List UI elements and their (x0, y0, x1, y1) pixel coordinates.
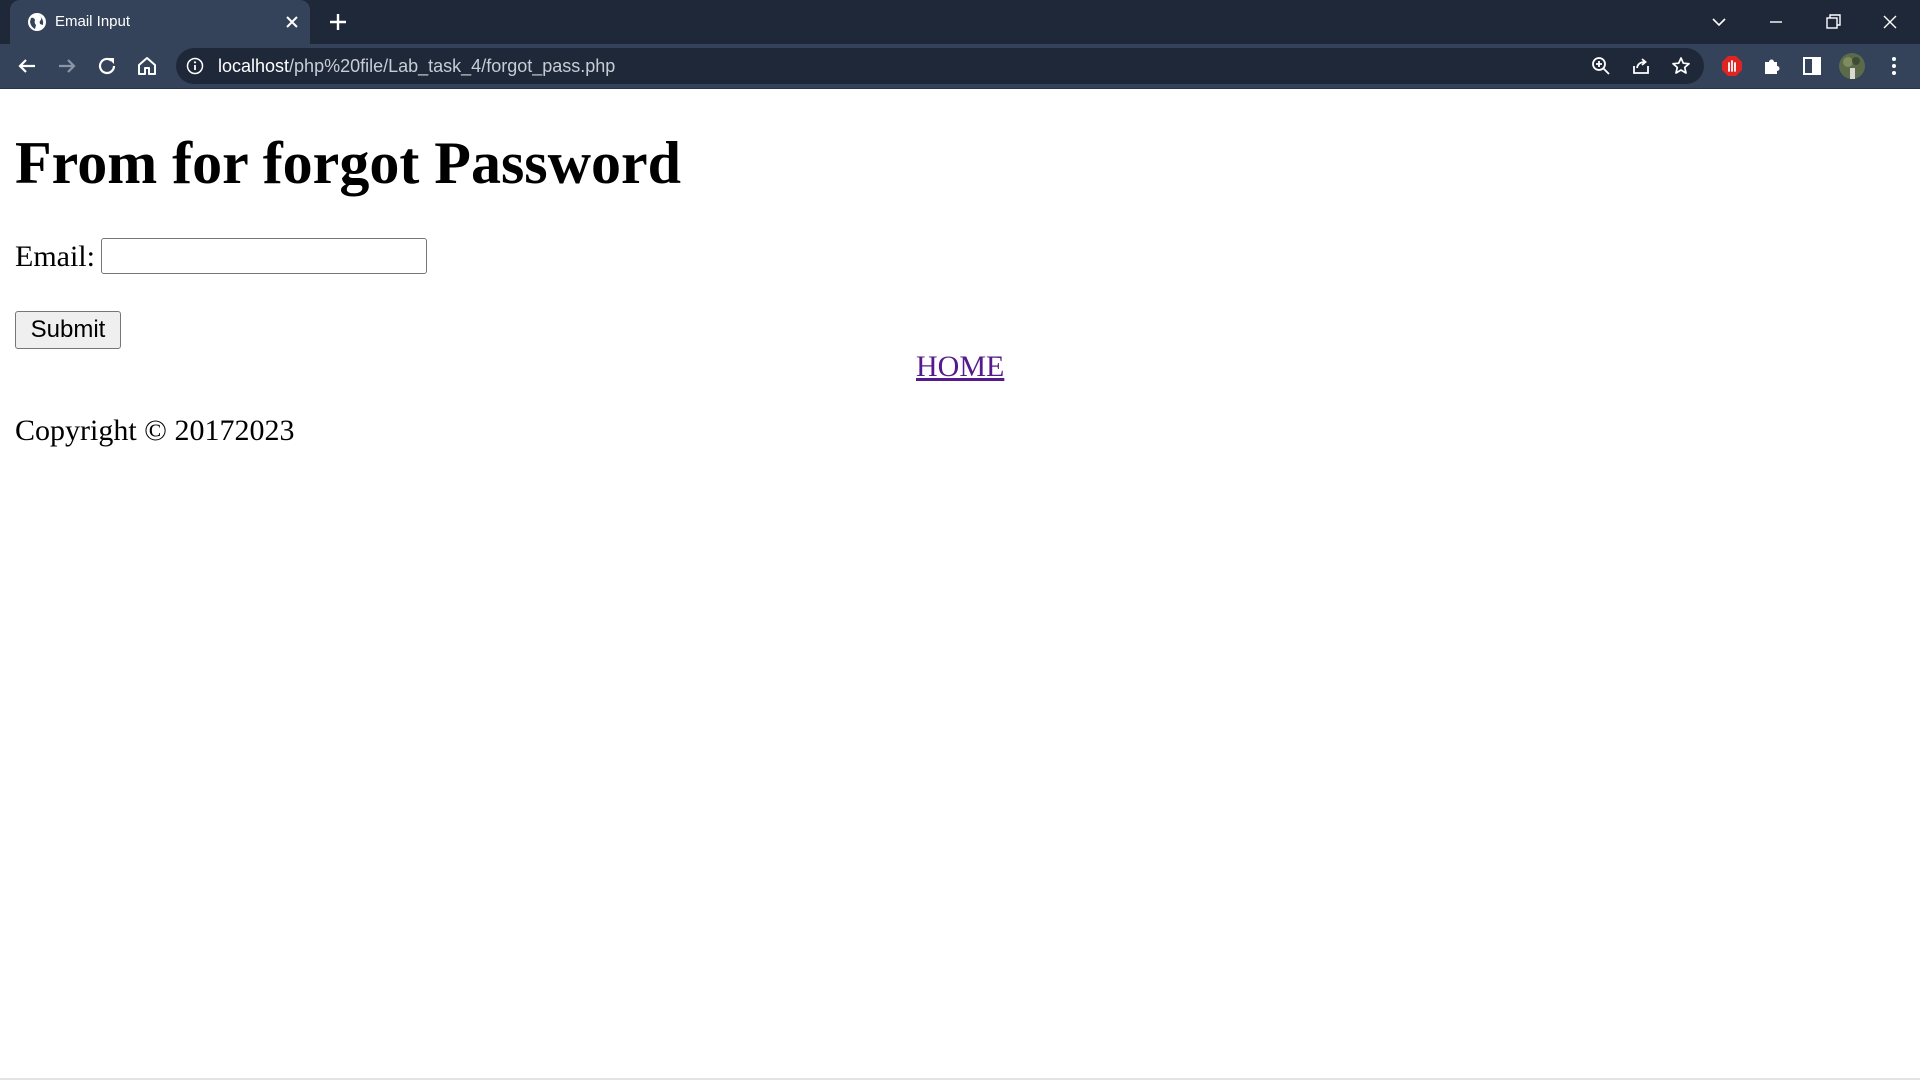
url-path: /php%20file/Lab_task_4/forgot_pass.php (289, 56, 616, 76)
tab-title: Email Input (55, 13, 131, 30)
reload-icon[interactable] (95, 54, 119, 78)
chevron-down-icon[interactable] (1705, 8, 1733, 36)
url-text: localhost/php%20file/Lab_task_4/forgot_p… (218, 56, 615, 76)
minimize-icon[interactable] (1762, 8, 1790, 36)
browser-toolbar: localhost/php%20file/Lab_task_4/forgot_p… (0, 44, 1920, 88)
puzzle-extensions-icon[interactable] (1760, 54, 1784, 78)
close-icon[interactable] (1876, 8, 1904, 36)
kebab-menu-icon[interactable] (1882, 54, 1906, 78)
email-label: Email: (15, 240, 95, 273)
page-title: From for forgot Password (15, 130, 681, 196)
plus-icon[interactable] (326, 10, 350, 34)
home-icon[interactable] (135, 54, 159, 78)
globe-icon (28, 13, 46, 31)
address-bar[interactable]: localhost/php%20file/Lab_task_4/forgot_p… (176, 48, 1704, 84)
share-icon[interactable] (1630, 55, 1652, 77)
adblock-extension-icon[interactable] (1720, 54, 1744, 78)
profile-avatar[interactable] (1838, 52, 1866, 80)
email-input[interactable] (101, 238, 427, 274)
back-arrow-icon[interactable] (15, 54, 39, 78)
page-content: From for forgot Password Email: Submit H… (0, 89, 1920, 1080)
restore-icon[interactable] (1819, 8, 1847, 36)
home-link[interactable]: HOME (916, 349, 1004, 385)
active-tab[interactable]: Email Input (10, 0, 310, 44)
copyright-text: Copyright © 20172023 (15, 414, 295, 447)
close-icon[interactable] (282, 12, 302, 32)
submit-button[interactable]: Submit (15, 311, 121, 349)
tab-strip: Email Input (0, 0, 1920, 44)
info-icon[interactable] (186, 57, 204, 75)
bookmark-star-icon[interactable] (1670, 55, 1692, 77)
side-panel-icon[interactable] (1800, 54, 1824, 78)
zoom-icon[interactable] (1590, 55, 1612, 77)
url-host: localhost (218, 56, 290, 76)
forward-arrow-icon[interactable] (55, 54, 79, 78)
